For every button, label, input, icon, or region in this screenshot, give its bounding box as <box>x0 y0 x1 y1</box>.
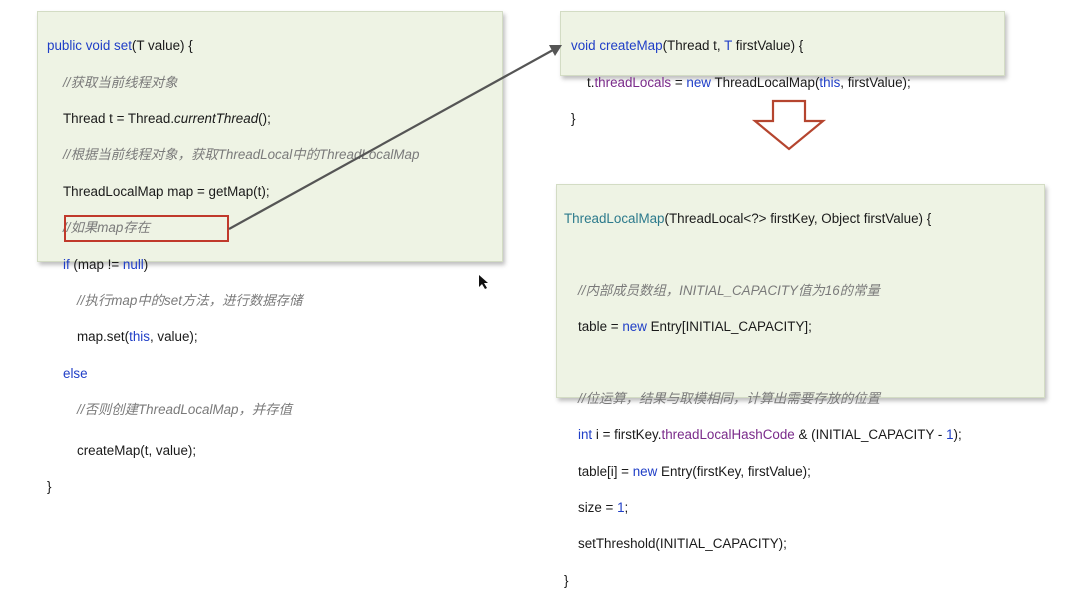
code-line: size = 1; <box>578 500 629 516</box>
closing-brace: } <box>47 479 52 495</box>
create-map-call: createMap(t, value); <box>77 442 197 458</box>
mouse-cursor-icon <box>479 275 488 289</box>
arrow-connector-icon <box>228 45 562 230</box>
code-line: setThreshold(INITIAL_CAPACITY); <box>578 536 787 552</box>
closing-brace: } <box>564 572 569 588</box>
code-line: table[i] = new Entry(firstKey, firstValu… <box>578 463 811 479</box>
code-line: int i = firstKey.threadLocalHashCode & (… <box>578 427 962 443</box>
overlay-graphics <box>228 45 827 289</box>
down-arrow-icon <box>751 99 827 151</box>
